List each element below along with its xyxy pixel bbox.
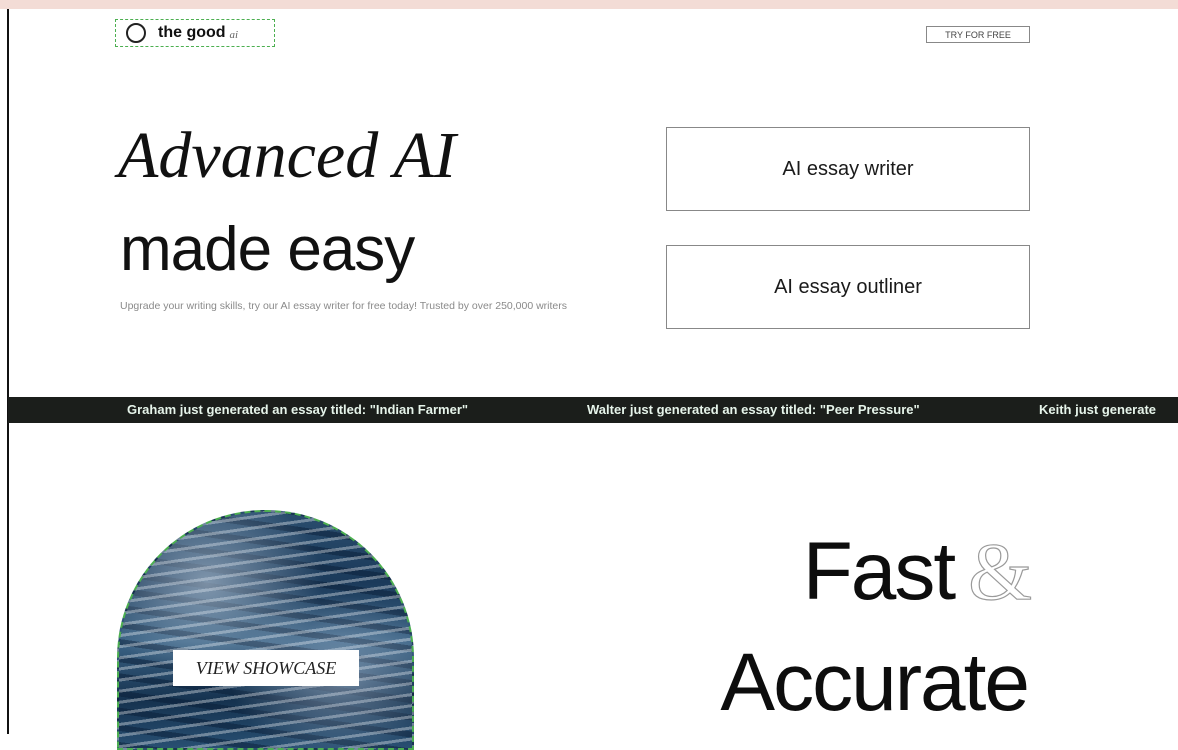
hero-subtitle: Upgrade your writing skills, try our AI …	[120, 300, 568, 312]
feature-heading-line2: Accurate	[720, 637, 1030, 728]
feature-heading-line1: Fast &	[802, 525, 1033, 619]
ai-essay-outliner-button[interactable]: AI essay outliner	[666, 245, 1030, 329]
hero-title-line1: Advanced AI	[118, 119, 456, 192]
left-rule	[7, 9, 9, 734]
feature-word-fast: Fast	[802, 526, 956, 617]
ticker-item: Graham just generated an essay titled: "…	[127, 402, 469, 417]
top-strip	[0, 0, 1178, 9]
ampersand-glyph: &	[968, 525, 1033, 617]
hero-title-line2: made easy	[120, 215, 415, 284]
activity-ticker: Graham just generated an essay titled: "…	[8, 397, 1178, 423]
showcase-image	[117, 510, 414, 750]
try-for-free-button[interactable]: TRY FOR FREE	[926, 26, 1030, 43]
brand-name: the good	[158, 24, 226, 41]
ticker-item: Keith just generate	[1039, 402, 1157, 417]
brand-logo[interactable]: the good ai	[115, 19, 275, 47]
ai-essay-writer-button[interactable]: AI essay writer	[666, 127, 1030, 211]
brand-suffix: ai	[229, 29, 239, 41]
ticker-item: Walter just generated an essay titled: "…	[587, 402, 920, 417]
view-showcase-button[interactable]: VIEW SHOWCASE	[173, 650, 359, 686]
image-sheen	[119, 512, 412, 748]
logo-circle-icon	[126, 23, 146, 43]
